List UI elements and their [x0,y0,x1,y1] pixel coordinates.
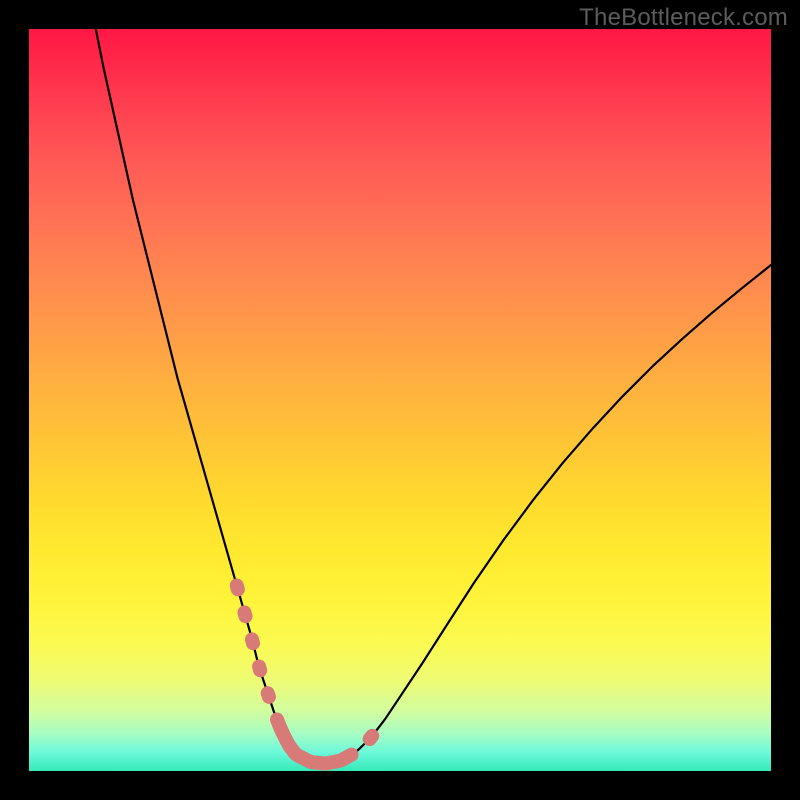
chart-frame: TheBottleneck.com [0,0,800,800]
bottleneck-curve [88,29,771,764]
curve-layer [29,29,771,771]
highlight-segment-bottom [278,721,348,764]
highlight-segment-left [237,586,278,721]
watermark-text: TheBottleneck.com [579,4,788,32]
highlight-segment-right [348,729,378,757]
plot-area [29,29,771,771]
